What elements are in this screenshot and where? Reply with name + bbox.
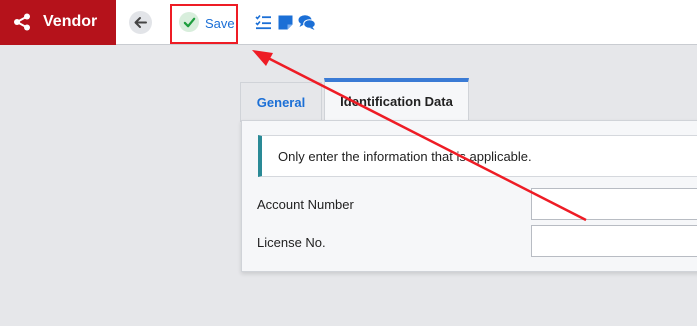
save-label: Save <box>205 16 235 31</box>
identification-panel: Only enter the information that is appli… <box>241 120 697 272</box>
share-icon[interactable] <box>13 13 31 31</box>
checklist-icon[interactable] <box>255 14 272 31</box>
info-notice: Only enter the information that is appli… <box>258 135 697 177</box>
account-number-input[interactable] <box>531 188 697 220</box>
save-button[interactable]: Save <box>170 4 238 44</box>
comments-icon[interactable] <box>298 14 316 31</box>
notice-text: Only enter the information that is appli… <box>278 149 532 164</box>
account-number-label: Account Number <box>257 197 354 212</box>
toolbar: Vendor Save <box>0 0 697 45</box>
note-icon[interactable] <box>277 14 294 31</box>
app-brand: Vendor <box>0 0 116 45</box>
tab-general[interactable]: General <box>240 82 322 122</box>
license-no-input[interactable] <box>531 225 697 257</box>
license-no-label: License No. <box>257 235 326 250</box>
app-title: Vendor <box>43 13 98 30</box>
back-button[interactable] <box>129 11 152 34</box>
tab-identification-data[interactable]: Identification Data <box>324 78 469 121</box>
back-arrow-icon <box>134 17 147 28</box>
check-icon <box>179 12 199 32</box>
